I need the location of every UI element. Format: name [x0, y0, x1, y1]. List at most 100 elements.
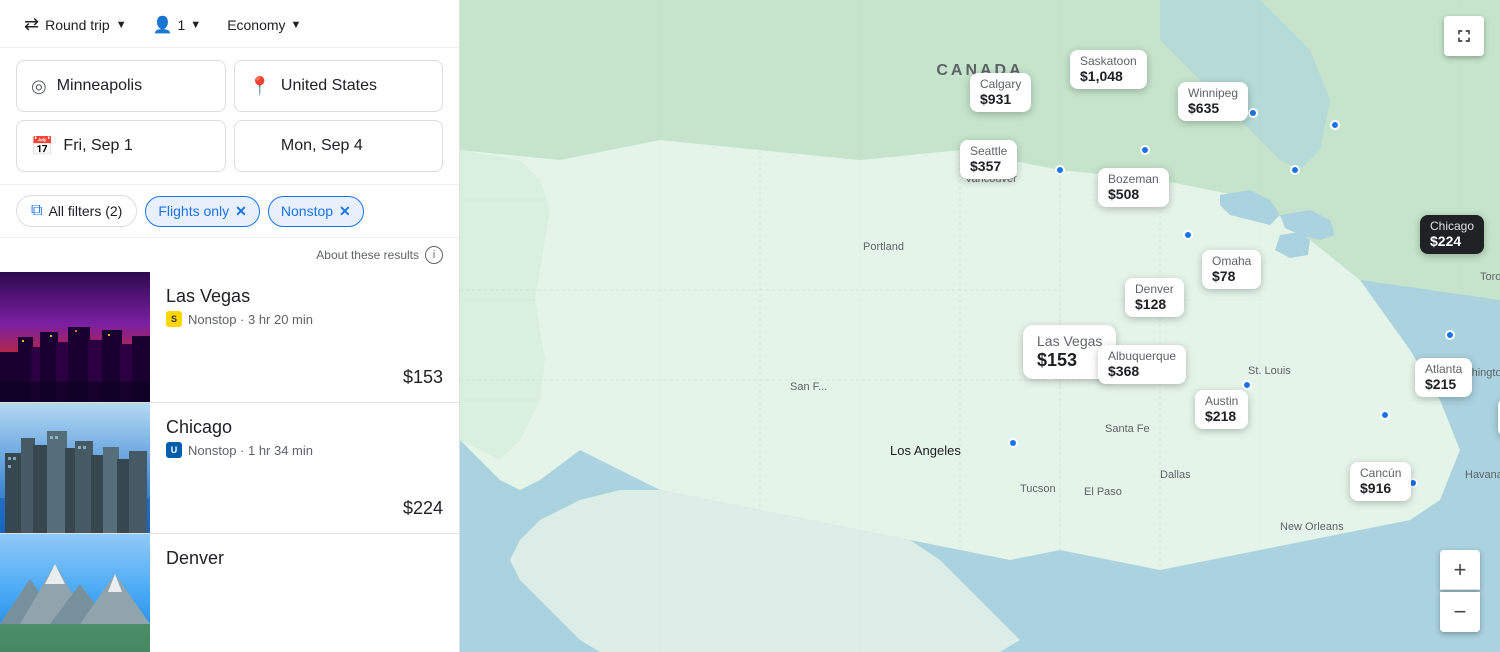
map-marker[interactable] — [1055, 165, 1065, 175]
date-row: 📅 Fri, Sep 1 📅 Mon, Sep 4 — [16, 120, 443, 172]
price-value: $218 — [1205, 408, 1238, 425]
results-list: Las Vegas S Nonstop · 3 hr 20 min $153 — [0, 272, 459, 652]
chicago-card-content: Chicago U Nonstop · 1 hr 34 min $224 — [150, 403, 459, 533]
price-value: $1,048 — [1080, 68, 1137, 85]
trip-type-button[interactable]: ⇄ Round trip ▼ — [16, 10, 135, 39]
origin-field[interactable]: ◎ Minneapolis — [16, 60, 226, 112]
card-price: $153 — [403, 367, 443, 388]
trip-type-chevron: ▼ — [116, 19, 127, 31]
city-name: Las Vegas — [1037, 333, 1102, 350]
filter-icon: ⧉ — [31, 202, 42, 220]
svg-text:El Paso: El Paso — [1084, 486, 1122, 498]
list-item[interactable]: Chicago $224 — [1420, 215, 1484, 254]
all-filters-label: All filters (2) — [48, 203, 122, 219]
nonstop-close-icon[interactable]: ✕ — [339, 203, 351, 220]
list-item[interactable]: Omaha $78 — [1202, 250, 1261, 289]
city-name: Saskatoon — [1080, 54, 1137, 68]
class-button[interactable]: Economy ▼ — [219, 13, 309, 37]
flights-only-close-icon[interactable]: ✕ — [235, 203, 247, 220]
class-label: Economy — [227, 17, 285, 33]
svg-text:Los Angeles: Los Angeles — [890, 443, 961, 458]
city-name: Seattle — [970, 144, 1007, 158]
city-name: Albuquerque — [1108, 349, 1176, 363]
origin-icon: ◎ — [31, 76, 47, 97]
flights-only-label: Flights only — [158, 203, 229, 219]
price-value: $215 — [1425, 376, 1462, 393]
list-item[interactable]: Cancún $916 — [1350, 462, 1411, 501]
card-city-name: Denver — [166, 548, 443, 569]
flight-type: Nonstop · 3 hr 20 min — [188, 312, 313, 327]
left-panel: ⇄ Round trip ▼ 👤 1 ▼ Economy ▼ ◎ Minneap… — [0, 0, 460, 652]
denver-card-content: Denver — [150, 534, 459, 652]
zoom-out-button[interactable]: − — [1440, 592, 1480, 632]
svg-text:Dallas: Dallas — [1160, 469, 1191, 481]
list-item[interactable]: Austin $218 — [1195, 390, 1248, 429]
nonstop-chip[interactable]: Nonstop ✕ — [268, 196, 364, 227]
list-item[interactable]: Winnipeg $635 — [1178, 82, 1248, 121]
price-value: $153 — [1037, 350, 1102, 372]
map-marker[interactable] — [1445, 330, 1455, 340]
map-marker[interactable] — [1380, 410, 1390, 420]
price-value: $128 — [1135, 296, 1174, 313]
chicago-image — [0, 403, 150, 533]
list-item[interactable]: Albuquerque $368 — [1098, 345, 1186, 384]
table-row[interactable]: Denver — [0, 534, 459, 652]
table-row[interactable]: Chicago U Nonstop · 1 hr 34 min $224 — [0, 403, 459, 534]
svg-text:Portland: Portland — [863, 241, 904, 253]
map-marker[interactable] — [1248, 108, 1258, 118]
return-date-field[interactable]: 📅 Mon, Sep 4 — [234, 120, 444, 172]
price-value: $931 — [980, 91, 1021, 108]
city-name: Bozeman — [1108, 172, 1159, 186]
card-city-name: Las Vegas — [166, 286, 443, 307]
map-marker[interactable] — [1242, 380, 1252, 390]
all-filters-button[interactable]: ⧉ All filters (2) — [16, 195, 137, 227]
list-item[interactable]: Saskatoon $1,048 — [1070, 50, 1147, 89]
destination-icon: 📍 — [249, 76, 271, 97]
zoom-in-button[interactable]: + — [1440, 550, 1480, 590]
about-results-text: About these results — [316, 248, 419, 262]
table-row[interactable]: Las Vegas S Nonstop · 3 hr 20 min $153 — [0, 272, 459, 403]
trip-type-label: Round trip — [45, 17, 110, 33]
city-name: Calgary — [980, 77, 1021, 91]
spirit-airline-icon: S — [166, 311, 182, 327]
flight-type: Nonstop · 1 hr 34 min — [188, 443, 313, 458]
list-item[interactable]: Seattle $357 — [960, 140, 1017, 179]
list-item[interactable]: Denver $128 — [1125, 278, 1184, 317]
flights-only-chip[interactable]: Flights only ✕ — [145, 196, 260, 227]
location-row: ◎ Minneapolis 📍 United States — [16, 60, 443, 112]
info-icon[interactable]: i — [425, 246, 443, 264]
svg-text:San F...: San F... — [790, 381, 827, 393]
map-panel: CANADA Portland Vancouver San F... Los A… — [460, 0, 1500, 652]
top-bar: ⇄ Round trip ▼ 👤 1 ▼ Economy ▼ — [0, 0, 459, 48]
price-value: $78 — [1212, 268, 1251, 285]
denver-image — [0, 534, 150, 652]
city-name: Austin — [1205, 394, 1238, 408]
list-item[interactable]: Bozeman $508 — [1098, 168, 1169, 207]
svg-text:St. Louis: St. Louis — [1248, 365, 1291, 377]
passengers-chevron: ▼ — [190, 19, 201, 31]
map-marker[interactable] — [1183, 230, 1193, 240]
card-flight-info: U Nonstop · 1 hr 34 min — [166, 442, 443, 458]
map-marker[interactable] — [1330, 120, 1340, 130]
fullscreen-button[interactable] — [1444, 16, 1484, 56]
svg-text:Tucson: Tucson — [1020, 483, 1056, 495]
price-value: $916 — [1360, 480, 1401, 497]
list-item[interactable]: Atlanta $215 — [1415, 358, 1472, 397]
depart-date-text: Fri, Sep 1 — [63, 137, 132, 155]
card-flight-info: S Nonstop · 3 hr 20 min — [166, 311, 443, 327]
list-item[interactable]: Calgary $931 — [970, 73, 1031, 112]
person-icon: 👤 — [153, 15, 173, 35]
city-name: Atlanta — [1425, 362, 1462, 376]
calendar-icon: 📅 — [31, 136, 53, 157]
passengers-button[interactable]: 👤 1 ▼ — [145, 11, 210, 39]
map-marker[interactable] — [1290, 165, 1300, 175]
city-name: Denver — [1135, 282, 1174, 296]
city-name: Cancún — [1360, 466, 1401, 480]
destination-field[interactable]: 📍 United States — [234, 60, 444, 112]
fullscreen-icon — [1454, 26, 1474, 46]
price-value: $224 — [1430, 233, 1474, 250]
depart-date-field[interactable]: 📅 Fri, Sep 1 — [16, 120, 226, 172]
passengers-label: 1 — [178, 17, 186, 33]
map-marker[interactable] — [1140, 145, 1150, 155]
map-marker[interactable] — [1008, 438, 1018, 448]
